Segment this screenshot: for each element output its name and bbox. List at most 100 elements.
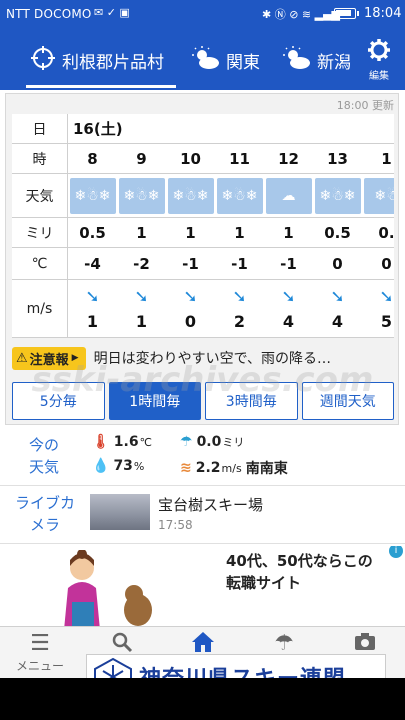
warning-badge-label: 注意報 [29,352,69,368]
wind-speed: 0 [184,312,197,331]
wind-cell: ➘ 4 [264,280,313,337]
ad-copy: 40代、50代ならこの 転職サイト [226,550,373,594]
warning-badge: ⚠ 注意報 ▶ [12,346,86,370]
tab-weekly[interactable]: 週間天気 [301,382,394,420]
battery-icon [334,8,359,19]
current-precip: ☂ 0.0 ミリ [180,434,244,450]
weather-cell: ❄☃ [362,174,394,217]
hour-cell: 12 [278,149,299,168]
menu-icon: ☰ [30,631,50,656]
temp-cell: -4 [84,254,101,273]
location-label: 利根郡片品村 [62,52,164,73]
wind-arrow-icon: ➘ [330,286,345,307]
wind-cell: ➘ 1 [68,280,117,337]
wind-arrow-icon: ➘ [379,286,394,307]
precip-cell: 1 [136,223,147,242]
weather-row-header: 天気 [12,174,68,217]
wind-value: 2.2 [195,460,221,476]
status-bar: NTT DOCOMO ✉ ✓ ▣ ✱ Ⓝ ⊘ ≋ ▂▄▆ 18:04 [0,0,405,30]
humidity-unit: % [133,459,145,473]
wind-speed: 2 [233,312,246,331]
wind-cell: ➘ 1 [117,280,166,337]
edit-button[interactable]: 編集 [364,38,394,82]
wind-cell: ➘ 4 [313,280,362,337]
precip-cell: 0.5 [79,223,106,242]
current-humidity: 💧 73% [92,458,144,474]
rain-cloud-icon: ☂ [180,434,193,450]
temp-row: ℃ -4 -2 -1 -1 -1 0 0 [12,248,394,280]
temp-cell: 0 [332,254,343,273]
current-weather-section[interactable]: 今の天気 🌡 1.6 ℃ ☂ 0.0 ミリ 💧 73% ≋ 2.2 m/s 南南東 [0,430,405,486]
ad-banner[interactable]: 40代、50代ならこの 転職サイト i [0,546,405,626]
precip-cell: 0.5 [324,223,351,242]
wind-row: m/s ➘ 1 ➘ 1 ➘ 0 ➘ 2 ➘ 4 ➘ 4 ➘ 5 [12,280,394,338]
day-row: 日 16(土) [12,114,394,144]
precip-cell: 0. [378,223,394,242]
temp-row-header: ℃ [12,248,68,279]
current-weather-title: 今の天気 [28,436,59,476]
weather-cell: ❄☃❄ [215,174,264,217]
temp-value: 1.6 [113,434,139,450]
current-temp: 🌡 1.6 ℃ [92,434,152,450]
weather-cell: ☁ [264,174,313,217]
warning-bar[interactable]: ⚠ 注意報 ▶ 明日は変わりやすい空で、雨の降る… [12,346,394,370]
precip-value: 0.0 [196,434,222,450]
nav-menu-label: メニュー [15,659,64,673]
precip-cell: 1 [283,223,294,242]
snow-icon: ❄☃❄ [314,177,361,214]
tab-hourly[interactable]: 1時間毎 [108,382,201,420]
snow-icon: ❄☃❄ [118,177,165,214]
location-tab-niigata[interactable]: 新潟 [283,30,351,90]
wind-cell: ➘ 0 [166,280,215,337]
humidity-icon: 💧 [92,458,110,474]
hour-cell: 11 [229,149,250,168]
wind-speed: 5 [380,312,393,331]
snow-icon: ❄☃❄ [216,177,263,214]
live-camera-section[interactable]: ライブカメラ 宝台樹スキー場 17:58 [0,488,405,544]
weather-row: 天気 ❄☃❄ ❄☃❄ ❄☃❄ ❄☃❄ ☁ ❄☃❄ ❄☃ [12,174,394,218]
tab-3hour[interactable]: 3時間毎 [205,382,298,420]
snow-icon: ❄☃❄ [167,177,214,214]
warning-icon: ⚠ [16,350,28,366]
wind-unit: m/s [221,461,242,475]
camera-thumbnail[interactable] [90,494,150,530]
temp-cell: -2 [133,254,150,273]
precip-cell: 1 [234,223,245,242]
weather-cell: ❄☃❄ [313,174,362,217]
temp-unit: ℃ [139,435,152,449]
crosshair-icon [30,45,56,76]
forecast-panel: 18:00 更新 日 16(土) 時 8 9 10 11 12 13 1 天気 ❄☃❄ ❄☃❄… [5,93,399,425]
nav-menu[interactable]: ☰ メニュー [8,631,72,674]
wind-speed: 1 [86,312,99,331]
location-header: 利根郡片品村 関東 新潟 編集 [0,30,405,90]
carrier-name: NTT DOCOMO [6,7,92,21]
snow-icon: ❄☃❄ [69,177,116,214]
hour-cell: 9 [136,149,147,168]
snow-icon: ❄☃ [363,177,394,214]
location-tab-kanto[interactable]: 関東 [192,30,260,90]
interval-tabs: 5分毎 1時間毎 3時間毎 週間天気 [12,382,394,420]
snow-cloud-icon: ☁ [265,177,312,214]
weather-cell: ❄☃❄ [68,174,117,217]
chevron-right-icon: ▶ [71,353,79,363]
wind-arrow-icon: ➘ [232,286,247,307]
ad-illustration [64,550,152,626]
wind-arrow-icon: ➘ [183,286,198,307]
wind-arrow-icon: ➘ [85,286,100,307]
location-tab-katashina[interactable]: 利根郡片品村 [26,30,176,90]
updated-time: 18:00 更新 [336,99,394,112]
ad-info-icon[interactable]: i [389,546,403,558]
hourly-forecast-table[interactable]: 日 16(土) 時 8 9 10 11 12 13 1 天気 ❄☃❄ ❄☃❄ ❄☃❄ ❄☃❄ ☁ ❄☃… [12,114,394,338]
thermometer-icon: 🌡 [92,434,110,450]
temp-cell: -1 [182,254,199,273]
camera-timestamp: 17:58 [158,518,193,532]
hour-cell: 8 [87,149,98,168]
weather-cell: ❄☃❄ [117,174,166,217]
system-status-icons: ✱ Ⓝ ⊘ ≋ ▂▄▆ [262,8,341,21]
temp-cell: -1 [231,254,248,273]
gear-icon [367,39,391,66]
tab-5min[interactable]: 5分毎 [12,382,105,420]
hour-row-header: 時 [12,144,68,173]
warning-text: 明日は変わりやすい空で、雨の降る… [93,351,332,367]
hour-row: 時 8 9 10 11 12 13 1 [12,144,394,174]
